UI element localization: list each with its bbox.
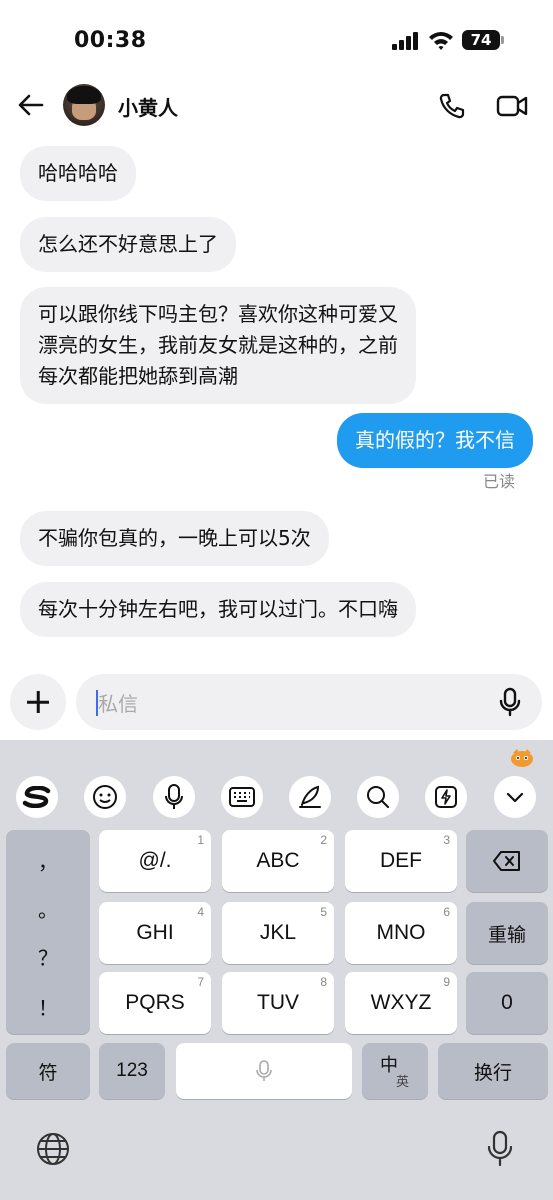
key-3[interactable]: DEF 3 — [345, 830, 457, 892]
dictation-mic-icon[interactable] — [487, 1130, 513, 1168]
avatar[interactable] — [63, 84, 105, 126]
key-1[interactable]: @/. 1 — [99, 830, 211, 892]
backspace-key[interactable] — [466, 830, 548, 892]
mascot-icon[interactable] — [509, 746, 535, 768]
space-key[interactable] — [176, 1043, 352, 1099]
newline-key[interactable]: 换行 — [438, 1043, 548, 1099]
key-9[interactable]: WXYZ 9 — [345, 972, 457, 1034]
key-8[interactable]: TUV 8 — [222, 972, 334, 1034]
contact-name[interactable]: 小黄人 — [118, 92, 178, 121]
voice-message-icon[interactable] — [498, 687, 522, 717]
punctuation-column[interactable]: ， 。 ？ ！ — [6, 830, 90, 1034]
back-arrow-icon[interactable] — [16, 90, 46, 120]
punct-exclaim[interactable]: ！ — [6, 992, 90, 1021]
retype-key[interactable]: 重输 — [466, 902, 548, 964]
backspace-icon — [493, 851, 520, 871]
key-4[interactable]: GHI 4 — [99, 902, 211, 964]
punct-question[interactable]: ？ — [6, 942, 90, 971]
add-attachment-button[interactable] — [10, 674, 66, 730]
search-icon[interactable] — [357, 776, 399, 818]
battery-icon: 74 — [462, 30, 504, 50]
zero-key[interactable]: 0 — [466, 972, 548, 1034]
key-7[interactable]: PQRS 7 — [99, 972, 211, 1034]
message-bubble-incoming[interactable]: 可以跟你线下吗主包？喜欢你这种可爱又 漂亮的女生，我前友女就是这种的，之前 每次… — [20, 287, 416, 404]
message-bubble-incoming[interactable]: 每次十分钟左右吧，我可以过门。不口嗨 — [20, 582, 416, 637]
message-input[interactable]: 私信 — [76, 674, 542, 730]
emoji-icon[interactable] — [84, 776, 126, 818]
voice-input-icon[interactable] — [153, 776, 195, 818]
sogou-logo-icon[interactable] — [16, 776, 58, 818]
message-bubble-incoming[interactable]: 哈哈哈哈 — [20, 146, 136, 201]
key-2[interactable]: ABC 2 — [222, 830, 334, 892]
status-bar: 00:38 74 — [0, 0, 553, 80]
numbers-key[interactable]: 123 — [99, 1043, 165, 1099]
keyboard: ， 。 ？ ！ @/. 1 ABC 2 DEF 3 GHI 4 JKL 5 MNO 6 重输… — [0, 740, 553, 1200]
key-5[interactable]: JKL 5 — [222, 902, 334, 964]
video-call-icon[interactable] — [496, 92, 528, 120]
signal-icon — [392, 32, 420, 50]
message-bubble-incoming[interactable]: 怎么还不好意思上了 — [20, 217, 236, 272]
keyboard-icon[interactable] — [221, 776, 263, 818]
phone-icon[interactable] — [438, 92, 466, 120]
space-mic-icon — [256, 1060, 272, 1081]
message-line: 可以跟你线下吗主包？喜欢你这种可爱又 — [38, 302, 398, 326]
message-line: 漂亮的女生，我前友女就是这种的，之前 — [38, 333, 398, 357]
message-line: 每次都能把她舔到高潮 — [38, 364, 238, 388]
read-receipt: 已读 — [482, 472, 515, 491]
punct-period[interactable]: 。 — [6, 894, 90, 923]
message-bubble-outgoing[interactable]: 真的假的？我不信 — [337, 413, 533, 468]
punct-comma[interactable]: ， — [6, 846, 90, 875]
language-switch-key[interactable]: 中 英 — [362, 1043, 428, 1099]
handwriting-icon[interactable] — [289, 776, 331, 818]
message-bubble-incoming[interactable]: 不骗你包真的，一晚上可以5次 — [20, 511, 329, 566]
keyboard-toolbar — [0, 772, 553, 822]
wifi-icon — [429, 32, 453, 50]
status-time: 00:38 — [74, 28, 147, 53]
symbols-key[interactable]: 符 — [6, 1043, 90, 1099]
key-6[interactable]: MNO 6 — [345, 902, 457, 964]
globe-icon[interactable] — [36, 1132, 70, 1166]
collapse-keyboard-icon[interactable] — [494, 776, 536, 818]
message-input-placeholder: 私信 — [98, 692, 138, 716]
quick-reply-icon[interactable] — [425, 776, 467, 818]
chat-header: 小黄人 — [0, 78, 553, 134]
